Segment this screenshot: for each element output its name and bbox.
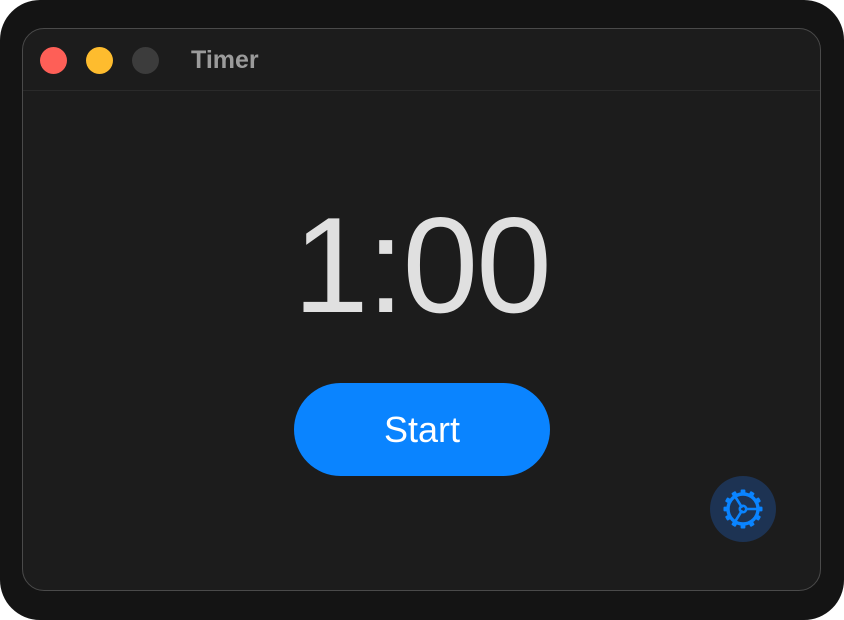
start-button[interactable]: Start [294, 383, 550, 476]
gear-icon [723, 489, 763, 529]
title-bar: Timer [23, 29, 820, 91]
settings-button[interactable] [710, 476, 776, 542]
zoom-button[interactable] [132, 47, 159, 74]
close-button[interactable] [40, 47, 67, 74]
window-title: Timer [191, 46, 259, 74]
device-frame: Timer 1:00 Start [0, 0, 844, 620]
minimize-button[interactable] [86, 47, 113, 74]
timer-window: Timer 1:00 Start [22, 28, 821, 591]
timer-display: 1:00 [293, 189, 552, 341]
